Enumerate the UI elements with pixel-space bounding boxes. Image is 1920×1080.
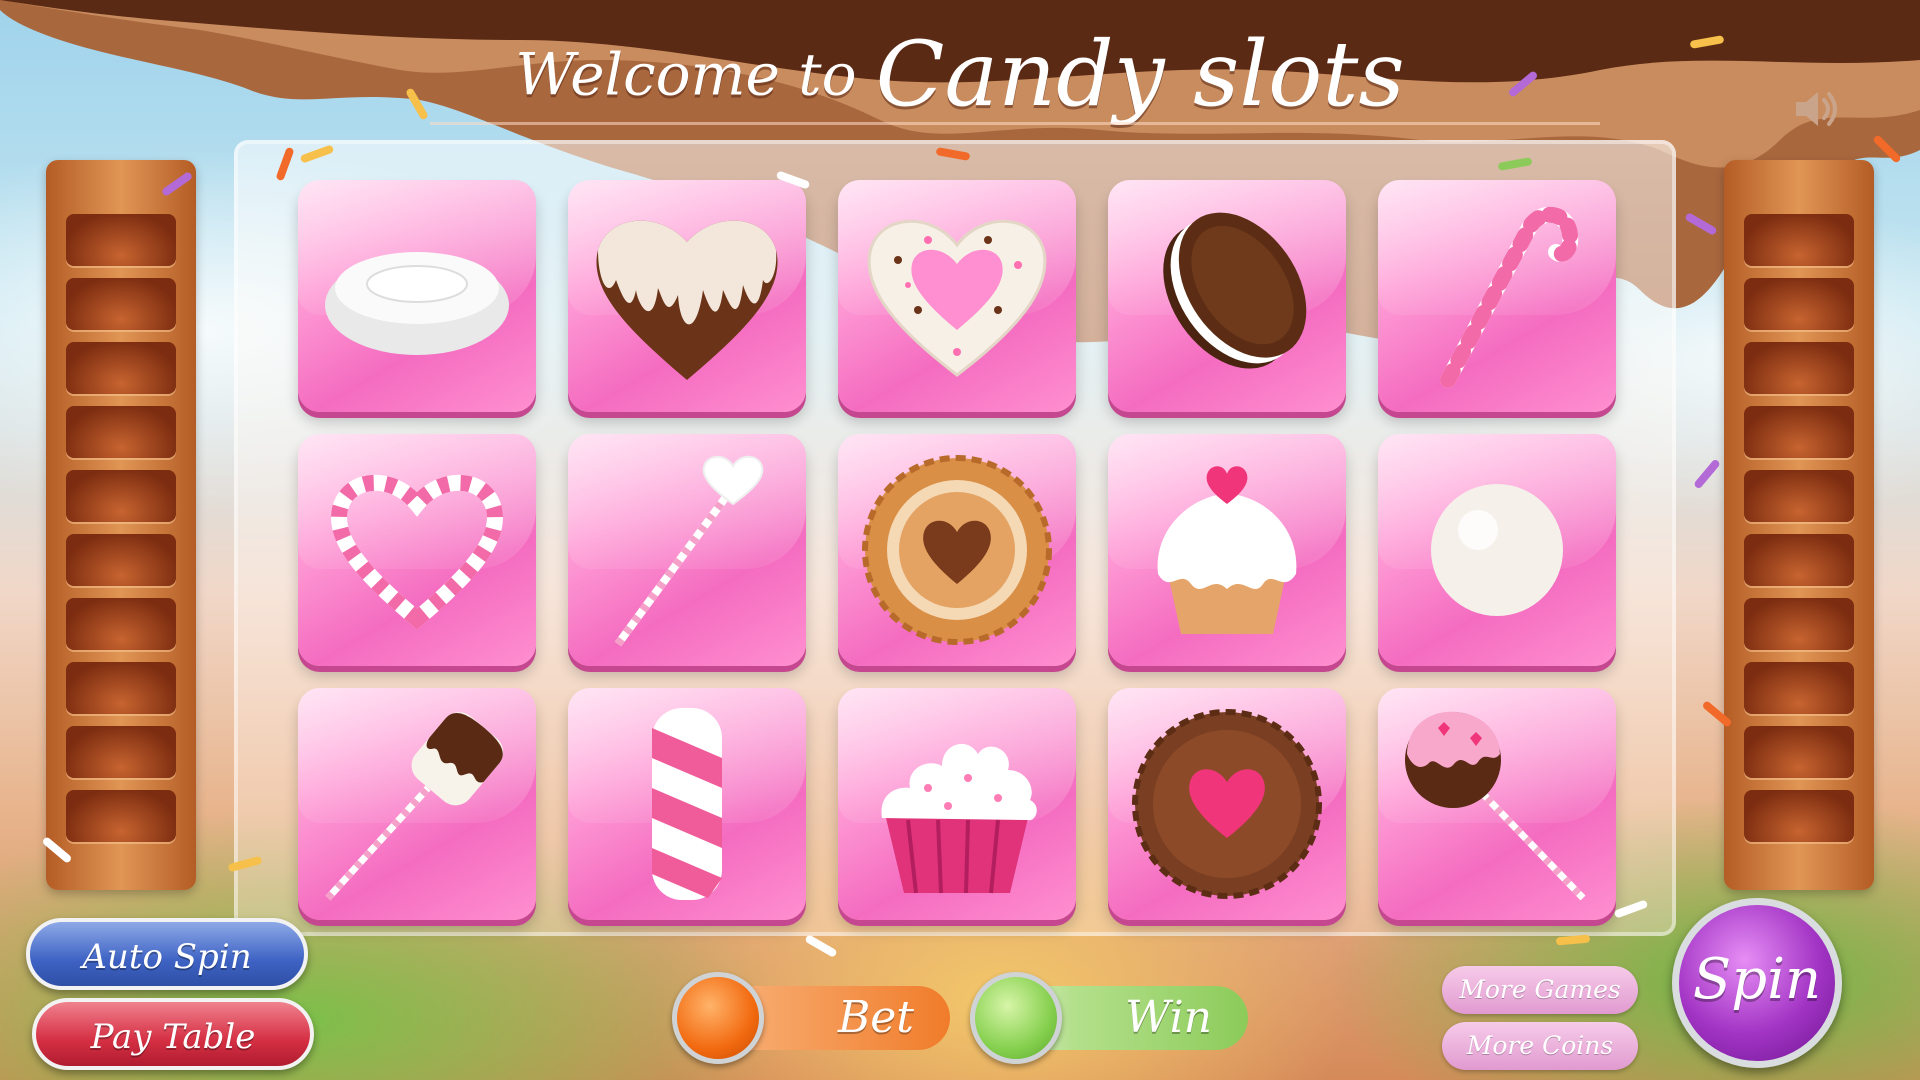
- candy-cane-icon: [1440, 206, 1579, 388]
- chocolate-marshmallow-stick-icon: [325, 712, 504, 901]
- spin-button[interactable]: Spin: [1672, 898, 1842, 1068]
- right-chocolate-pillar: [1724, 160, 1874, 890]
- twisted-marshmallow-icon: [652, 708, 722, 900]
- reel-tile: [838, 434, 1076, 666]
- reel-tile: [1378, 688, 1616, 920]
- win-orb-icon: [970, 972, 1062, 1064]
- reel-tile: [568, 688, 806, 920]
- heart-jam-cookie-icon: [862, 455, 1052, 645]
- sandwich-cookie-icon: [1163, 212, 1307, 369]
- auto-spin-button[interactable]: Auto Spin: [26, 918, 308, 990]
- reel-tile: [1378, 434, 1616, 666]
- reel-tile: [838, 688, 1076, 920]
- reel-tile: [838, 180, 1076, 412]
- bet-panel[interactable]: Bet: [672, 972, 950, 1064]
- reel-tile: [298, 180, 536, 412]
- reel-tile: [1378, 180, 1616, 412]
- white-gumball-icon: [1431, 484, 1563, 616]
- reel-tile: [1108, 180, 1346, 412]
- chocolate-dipped-heart-icon: [596, 220, 778, 380]
- heart-cupcake-icon: [1157, 466, 1297, 634]
- title-main: Candy slots: [875, 22, 1405, 127]
- reel-tile: [568, 434, 806, 666]
- reel-tile: [568, 180, 806, 412]
- more-games-button[interactable]: More Games: [1442, 966, 1638, 1014]
- striped-heart-candy-icon: [331, 474, 503, 630]
- reel-tile: [1108, 434, 1346, 666]
- title-underline: [430, 122, 1600, 125]
- bet-orb-icon[interactable]: [672, 972, 764, 1064]
- chocolate-heart-cookie-icon: [1132, 709, 1322, 899]
- win-label: Win: [1125, 992, 1212, 1043]
- cake-pop-icon: [1405, 711, 1586, 901]
- more-coins-button[interactable]: More Coins: [1442, 1022, 1638, 1070]
- heart-lollipop-stick-icon: [614, 455, 764, 647]
- reel-tile: [298, 688, 536, 920]
- game-title: Welcome to Candy slots: [0, 22, 1920, 127]
- reel-tile: [298, 434, 536, 666]
- reel-tile: [1108, 688, 1346, 920]
- title-prefix: Welcome to: [515, 40, 857, 109]
- sprinkle-heart-cookie-icon: [867, 220, 1047, 377]
- frosted-cupcake-icon: [881, 743, 1037, 894]
- white-candy-drop-icon: [325, 252, 509, 355]
- bet-label: Bet: [837, 992, 914, 1043]
- pay-table-button[interactable]: Pay Table: [32, 998, 314, 1070]
- left-chocolate-pillar: [46, 160, 196, 890]
- win-panel: Win: [970, 972, 1248, 1064]
- speaker-icon[interactable]: [1792, 86, 1842, 132]
